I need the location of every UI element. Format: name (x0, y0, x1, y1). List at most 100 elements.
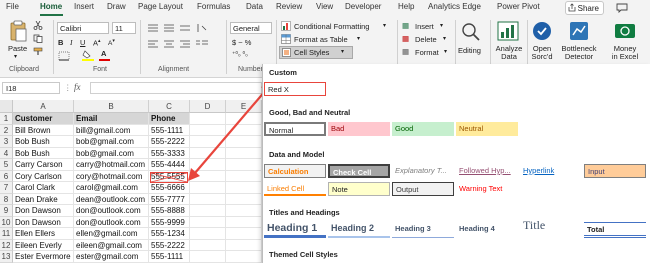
table-cell[interactable]: don@outlook.com (74, 216, 149, 228)
fill-color-icon[interactable] (82, 50, 94, 61)
style-neutral[interactable]: Neutral (456, 122, 518, 136)
tab-page-layout[interactable]: Page Layout (138, 2, 183, 11)
name-box[interactable]: I18 (2, 82, 60, 94)
table-cell[interactable]: Don Dawson (13, 216, 74, 228)
row-header[interactable]: 1 (0, 113, 13, 125)
tab-file[interactable]: File (6, 2, 19, 11)
header-cell[interactable]: Email (74, 113, 149, 125)
tab-formulas[interactable]: Formulas (197, 2, 230, 11)
underline-button[interactable]: U (80, 38, 85, 47)
row-header[interactable]: 4 (0, 147, 13, 159)
copy-icon[interactable] (33, 34, 43, 43)
format-as-table-button[interactable]: Format as Table (294, 35, 348, 44)
table-cell[interactable]: dean@outlook.com (74, 193, 149, 205)
table-cell[interactable] (190, 205, 226, 217)
table-cell[interactable]: cory@hotmail.com (74, 170, 149, 182)
table-cell[interactable]: eileen@gmail.com (74, 239, 149, 251)
table-cell[interactable]: Bob Bush (13, 136, 74, 148)
table-cell[interactable]: bob@gmail.com (74, 147, 149, 159)
decimal-buttons[interactable]: ⁺⁰₀ ⁰₀ (232, 50, 248, 58)
table-cell[interactable] (190, 216, 226, 228)
table-cell[interactable] (190, 228, 226, 240)
style-linked-cell[interactable]: Linked Cell (264, 182, 326, 196)
style-note[interactable]: Note (328, 182, 390, 196)
table-cell[interactable]: Bob Bush (13, 147, 74, 159)
table-cell[interactable]: Carry Carson (13, 159, 74, 171)
row-header[interactable]: 9 (0, 205, 13, 217)
table-cell[interactable]: ester@gmail.com (74, 251, 149, 263)
row-header[interactable]: 13 (0, 251, 13, 263)
font-shrink-icon[interactable]: A▾ (108, 38, 115, 47)
style-bad[interactable]: Bad (328, 122, 390, 136)
currency-format-buttons[interactable]: $ ~ % (232, 38, 251, 47)
tab-home[interactable]: Home (40, 2, 62, 11)
row-header[interactable]: 6 (0, 170, 13, 182)
style-check-cell[interactable]: Check Cell (328, 164, 390, 178)
table-cell[interactable]: 555-1111 (149, 251, 190, 263)
borders-icon[interactable] (58, 51, 70, 61)
style-total[interactable]: Total (584, 222, 646, 238)
column-header-b[interactable]: B (74, 100, 149, 113)
style-warning-text[interactable]: Warning Text (456, 182, 518, 196)
table-cell[interactable]: 555-1234 (149, 228, 190, 240)
style-heading-3[interactable]: Heading 3 (392, 222, 454, 238)
fx-icon[interactable]: fx (74, 82, 81, 92)
table-cell[interactable] (226, 193, 262, 205)
style-heading-2[interactable]: Heading 2 (328, 222, 390, 238)
style-hyperlink[interactable]: Hyperlink (520, 164, 582, 178)
italic-button[interactable]: I (70, 38, 73, 47)
table-cell[interactable]: Bill Brown (13, 124, 74, 136)
bold-button[interactable]: B (58, 38, 63, 47)
header-cell[interactable]: Customer (13, 113, 74, 125)
tab-power-pivot[interactable]: Power Pivot (497, 2, 540, 11)
table-cell[interactable]: 555-9999 (149, 216, 190, 228)
style-red-x[interactable]: Red X (264, 82, 326, 96)
table-cell[interactable]: 555-2222 (149, 136, 190, 148)
format-cells-button[interactable]: Format (415, 48, 439, 57)
table-cell[interactable]: ellen@gmail.com (74, 228, 149, 240)
header-cell[interactable]: Phone (149, 113, 190, 125)
select-all-corner[interactable] (0, 100, 13, 113)
row-header[interactable]: 5 (0, 159, 13, 171)
tab-analytics-edge[interactable]: Analytics Edge (428, 2, 481, 11)
row-header[interactable]: 11 (0, 228, 13, 240)
table-cell[interactable] (190, 239, 226, 251)
table-cell[interactable]: Carol Clark (13, 182, 74, 194)
money-in-excel-button[interactable]: Money in Excel (610, 45, 640, 61)
comment-icon[interactable] (616, 3, 628, 13)
column-header-a[interactable]: A (13, 100, 74, 113)
tab-view[interactable]: View (316, 2, 333, 11)
row-header[interactable]: 8 (0, 193, 13, 205)
paste-icon[interactable] (8, 20, 28, 42)
column-header-c[interactable]: C (149, 100, 190, 113)
table-cell[interactable]: Dean Drake (13, 193, 74, 205)
table-cell[interactable]: 555-8888 (149, 205, 190, 217)
tab-help[interactable]: Help (398, 2, 414, 11)
row-header[interactable]: 2 (0, 124, 13, 136)
table-cell[interactable]: 555-2222 (149, 239, 190, 251)
font-name-dropdown[interactable]: Calibri (57, 22, 109, 34)
style-explanatory[interactable]: Explanatory T... (392, 164, 454, 178)
table-cell[interactable] (190, 193, 226, 205)
table-cell[interactable]: 555-3333 (149, 147, 190, 159)
table-cell[interactable]: Don Dawson (13, 205, 74, 217)
table-cell[interactable] (190, 251, 226, 263)
open-sorcd-button[interactable]: Open Sorc'd (528, 45, 556, 61)
table-cell[interactable]: Eileen Everly (13, 239, 74, 251)
table-cell[interactable]: Cory Carlson (13, 170, 74, 182)
table-cell[interactable]: 555-7777 (149, 193, 190, 205)
style-calculation[interactable]: Calculation (264, 164, 326, 178)
style-output[interactable]: Output (392, 182, 454, 196)
style-input[interactable]: Input (584, 164, 646, 178)
table-cell[interactable]: 555-4444 (149, 159, 190, 171)
table-cell[interactable] (226, 228, 262, 240)
cut-icon[interactable] (33, 21, 43, 30)
row-header[interactable]: 10 (0, 216, 13, 228)
font-color-icon[interactable]: A (101, 49, 106, 58)
style-normal[interactable]: Normal (264, 122, 326, 136)
table-cell[interactable] (226, 216, 262, 228)
alignment-icons[interactable] (146, 22, 218, 62)
table-cell[interactable]: carry@hotmail.com (74, 159, 149, 171)
table-cell[interactable] (226, 182, 262, 194)
tab-data[interactable]: Data (246, 2, 263, 11)
